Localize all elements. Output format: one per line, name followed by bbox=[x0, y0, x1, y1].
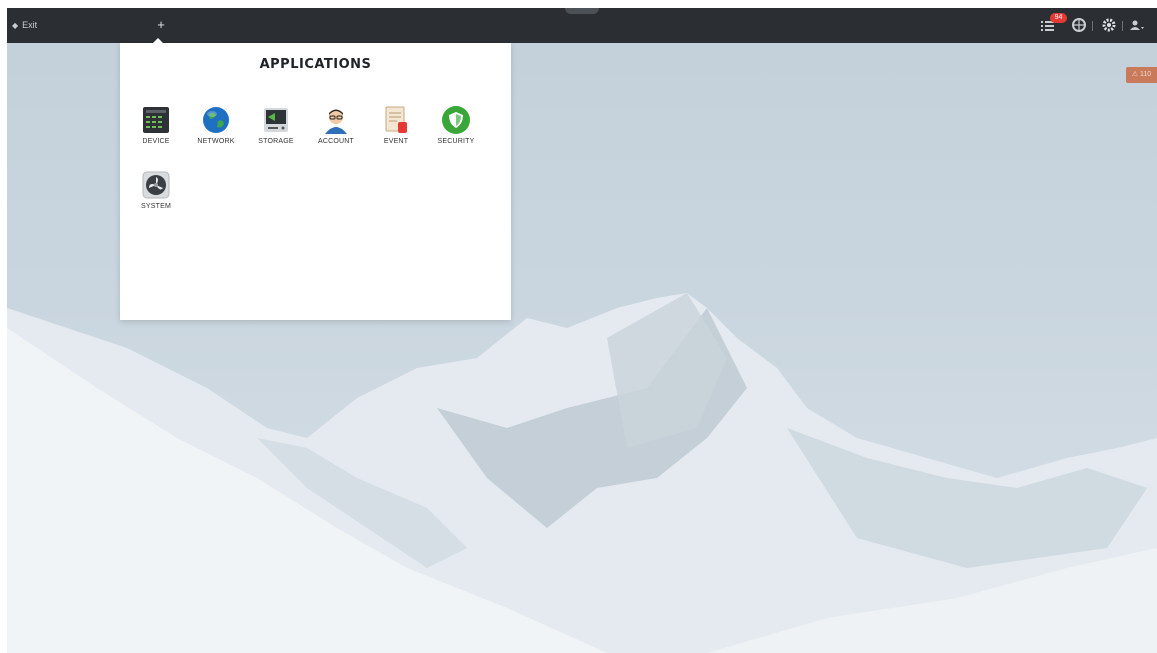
panel-title: APPLICATIONS bbox=[259, 57, 372, 72]
gear-icon[interactable] bbox=[1101, 17, 1117, 33]
app-system[interactable]: SYSTEM bbox=[127, 170, 185, 210]
globe-icon[interactable] bbox=[1071, 17, 1087, 33]
exit-button[interactable]: ◆ Exit bbox=[12, 20, 37, 30]
app-label: SYSTEM bbox=[141, 203, 171, 210]
toolbar-separator bbox=[1092, 21, 1093, 31]
globe-icon bbox=[203, 107, 229, 133]
app-storage[interactable]: STORAGE bbox=[247, 105, 305, 145]
alarm-badge[interactable]: ⚠ 110 bbox=[1126, 67, 1157, 83]
system-fan-icon bbox=[142, 171, 170, 199]
app-security[interactable]: SECURITY bbox=[427, 105, 485, 145]
user-menu-icon[interactable] bbox=[1129, 17, 1145, 33]
exit-label: Exit bbox=[22, 20, 38, 30]
app-network[interactable]: NETWORK bbox=[187, 105, 245, 145]
desktop: ◆ Exit + 94 ⚠ 110 APPLICATIONS DEVICE NE… bbox=[7, 8, 1157, 653]
notification-count-badge: 94 bbox=[1050, 13, 1067, 23]
app-account[interactable]: ACCOUNT bbox=[307, 105, 365, 145]
arrow-left-icon: ◆ bbox=[12, 21, 19, 30]
toolbar-separator bbox=[1122, 21, 1123, 31]
shield-icon bbox=[442, 106, 470, 134]
applications-panel: APPLICATIONS DEVICE NETWORK STORAGE ACCO… bbox=[120, 38, 511, 320]
app-label: SECURITY bbox=[437, 138, 475, 145]
app-label: NETWORK bbox=[197, 138, 235, 145]
app-label: EVENT bbox=[383, 138, 409, 145]
app-label: DEVICE bbox=[142, 138, 170, 145]
event-log-icon bbox=[385, 106, 407, 133]
add-application-button[interactable]: + bbox=[154, 16, 168, 34]
device-icon bbox=[143, 107, 169, 133]
app-label: ACCOUNT bbox=[317, 138, 354, 145]
app-device[interactable]: DEVICE bbox=[127, 105, 185, 145]
panel-caret bbox=[153, 38, 163, 43]
top-bar: ◆ Exit + 94 bbox=[7, 8, 1157, 43]
hard-drive-icon bbox=[264, 108, 288, 132]
user-avatar-icon bbox=[325, 109, 347, 134]
drawer-handle[interactable] bbox=[565, 8, 599, 14]
app-label: STORAGE bbox=[258, 138, 294, 145]
app-event[interactable]: EVENT bbox=[367, 105, 425, 145]
